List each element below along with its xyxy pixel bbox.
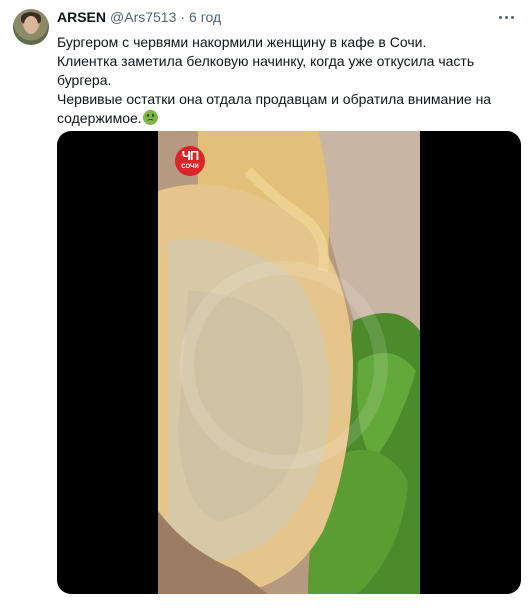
display-name[interactable]: ARSEN bbox=[57, 9, 106, 25]
logo-text: ЧП bbox=[181, 148, 199, 163]
separator-dot: · bbox=[180, 9, 186, 25]
tweet-text-line: содержимое. bbox=[57, 110, 142, 126]
avatar-face bbox=[24, 16, 38, 34]
tweet-text-line: Червивые остатки она отдала продавцам и … bbox=[57, 91, 492, 107]
logo-city: СОЧИ bbox=[181, 164, 199, 170]
tweet-text: Бургером с червями накормили женщину в к… bbox=[57, 33, 517, 128]
tweet-card[interactable]: ARSEN @Ars7513 · 6 год Бургером с червям… bbox=[0, 0, 531, 608]
burger-photo: ЧП СОЧИ bbox=[158, 131, 420, 594]
user-handle[interactable]: @Ars7513 bbox=[110, 9, 176, 25]
watermark-circle bbox=[180, 261, 388, 469]
video-player[interactable]: ЧП СОЧИ bbox=[57, 131, 521, 594]
tweet-header: ARSEN @Ars7513 · 6 год bbox=[57, 9, 221, 29]
nauseated-face-icon bbox=[142, 110, 158, 125]
tweet-text-line-last: содержимое. bbox=[57, 109, 517, 128]
tweet-text-line: бургера. bbox=[57, 72, 112, 88]
tweet-text-line: Клиентка заметила белковую начинку, когд… bbox=[57, 53, 475, 69]
tweet-text-line: Бургером с червями накормили женщину в к… bbox=[57, 34, 427, 50]
timestamp[interactable]: 6 год bbox=[189, 9, 221, 25]
channel-logo: ЧП СОЧИ bbox=[175, 146, 205, 176]
more-options-icon[interactable] bbox=[495, 8, 517, 26]
avatar[interactable] bbox=[13, 9, 49, 45]
